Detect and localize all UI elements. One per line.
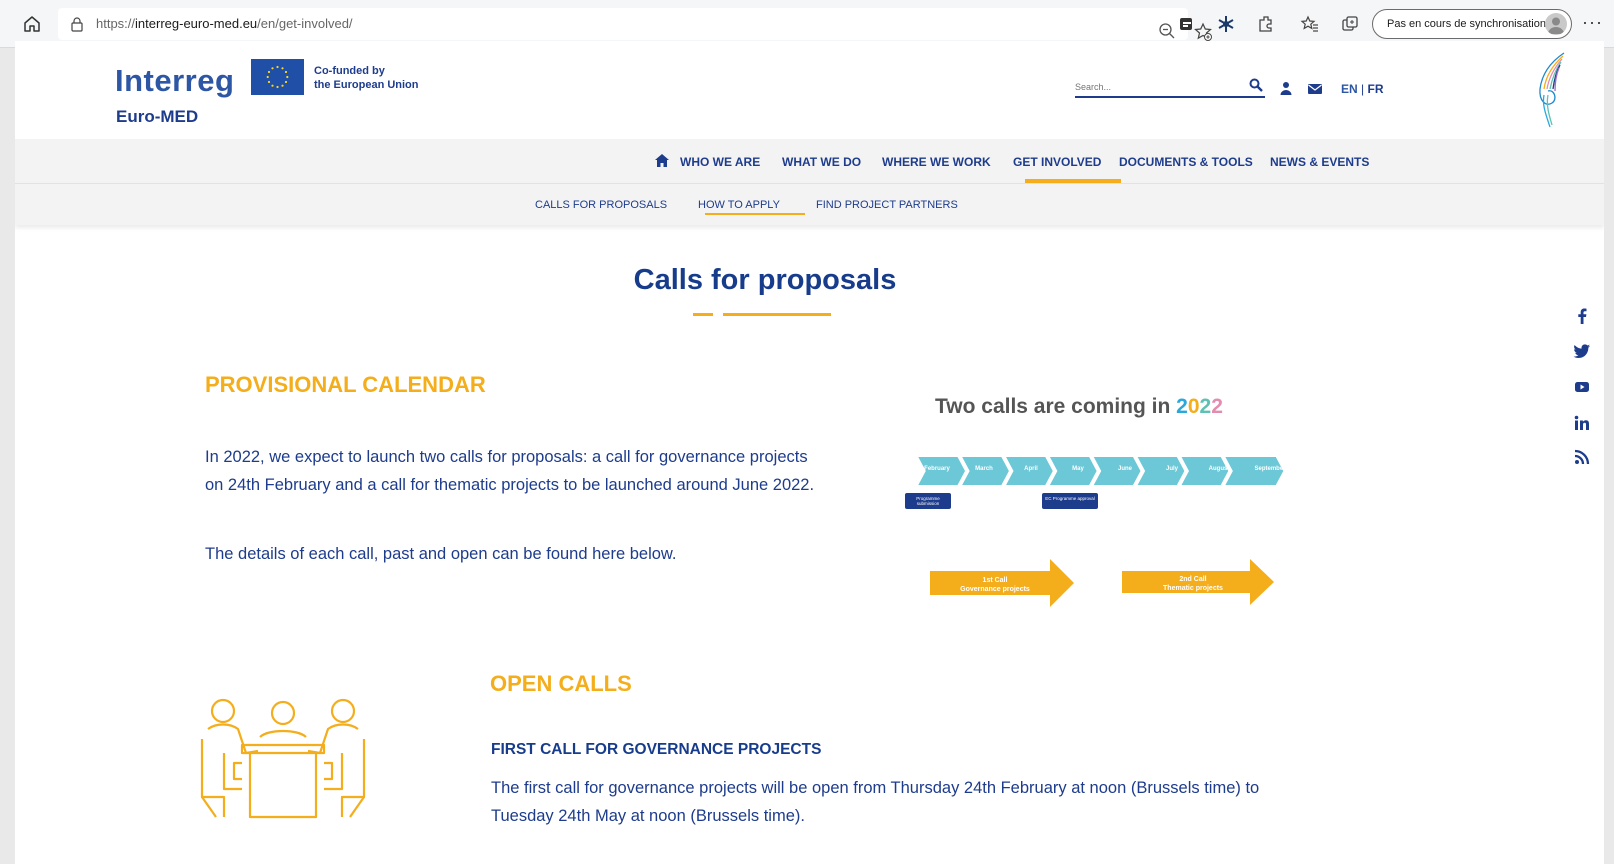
calendar-paragraph-2: The details of each call, past and open … xyxy=(205,545,677,563)
first-call-description: The first call for governance projects w… xyxy=(491,779,1260,825)
nav-documents-tools[interactable]: DOCUMENTS & TOOLS xyxy=(1119,155,1253,169)
more-options-button[interactable]: ··· xyxy=(1582,12,1603,33)
rss-icon[interactable] xyxy=(1572,447,1592,467)
lang-separator: | xyxy=(1361,82,1365,96)
search-icon[interactable] xyxy=(1249,78,1263,92)
zoom-out-icon[interactable] xyxy=(1158,22,1176,40)
calendar-paragraph-1: In 2022, we expect to launch two calls f… xyxy=(205,448,815,494)
subnav-active-indicator xyxy=(705,213,805,215)
nav-get-involved[interactable]: GET INVOLVED xyxy=(1013,155,1101,169)
favorites-icon[interactable] xyxy=(1300,14,1320,34)
month-label: July xyxy=(1165,466,1178,472)
year-digit-3: 2 xyxy=(1199,395,1212,418)
month-label: September xyxy=(1254,466,1286,472)
sync-profile-button[interactable]: Pas en cours de synchronisation xyxy=(1372,9,1572,39)
sub-navigation: CALLS FOR PROPOSALS HOW TO APPLY FIND PR… xyxy=(15,183,1604,225)
first-call-heading: FIRST CALL FOR GOVERNANCE PROJECTS xyxy=(491,741,822,758)
month-label: February xyxy=(924,466,950,472)
milestone-programme-submission: Programme submission xyxy=(905,493,951,509)
search-input[interactable] xyxy=(1075,78,1235,96)
title-underline-long xyxy=(723,313,831,316)
euromed-logo-text[interactable]: Euro-MED xyxy=(116,107,198,127)
infographic-title-prefix: Two calls are coming in xyxy=(935,395,1177,418)
lang-en-link[interactable]: EN xyxy=(1341,82,1358,96)
main-navigation: WHO WE ARE WHAT WE DO WHERE WE WORK GET … xyxy=(15,139,1604,183)
second-call-label: 2nd Call Thematic projects xyxy=(1138,575,1248,593)
address-bar[interactable]: https://interreg-euro-med.eu/en/get-invo… xyxy=(58,8,1212,41)
month-label: August xyxy=(1208,466,1230,472)
linkedin-icon[interactable] xyxy=(1572,413,1592,433)
sync-label: Pas en cours de synchronisation xyxy=(1387,18,1546,30)
year-digit-4: 2 xyxy=(1211,395,1223,418)
eu-text-line2: the European Union xyxy=(314,79,419,91)
second-call-line2: Thematic projects xyxy=(1163,585,1223,592)
month-label: April xyxy=(1024,466,1038,472)
year-digit-2: 0 xyxy=(1187,395,1200,418)
first-call-label: 1st Call Governance projects xyxy=(945,576,1045,594)
nav-what-we-do[interactable]: WHAT WE DO xyxy=(782,155,861,169)
milestone-ec-approval: EC Programme approval xyxy=(1042,493,1098,509)
lock-icon[interactable] xyxy=(70,16,84,32)
nav-where-we-work[interactable]: WHERE WE WORK xyxy=(882,155,991,169)
euromed-feather-logo-icon xyxy=(1539,52,1565,128)
interreg-logo[interactable]: Interreg xyxy=(115,63,234,99)
month-label: May xyxy=(1072,466,1084,472)
user-icon[interactable] xyxy=(1280,81,1292,95)
web-page: Interreg Euro-MED Co-funded by the Europ… xyxy=(15,41,1604,864)
url-domain: interreg-euro-med.eu xyxy=(135,16,258,31)
language-switcher: EN | FR xyxy=(1341,82,1383,96)
month-label: June xyxy=(1117,466,1132,472)
nav-news-events[interactable]: NEWS & EVENTS xyxy=(1270,155,1369,169)
open-calls-heading: OPEN CALLS xyxy=(490,671,632,696)
first-call-line2: Governance projects xyxy=(960,586,1030,593)
first-call-line1: 1st Call xyxy=(982,577,1008,584)
youtube-icon[interactable] xyxy=(1572,377,1592,397)
infographic-title: Two calls are coming in 2022 xyxy=(935,395,1223,419)
extensions-icon[interactable] xyxy=(1256,14,1276,34)
url-text[interactable]: https://interreg-euro-med.eu/en/get-invo… xyxy=(96,16,353,31)
extension-snowflake-icon[interactable] xyxy=(1216,14,1236,34)
calendar-infographic: Two calls are coming in 2022 February Ma… xyxy=(890,381,1310,621)
year-digit-1: 2 xyxy=(1176,395,1188,418)
mail-icon[interactable] xyxy=(1308,84,1322,94)
title-underline-short xyxy=(693,313,713,316)
tab-collections-icon[interactable] xyxy=(1340,14,1360,34)
meeting-table-icon xyxy=(200,698,366,819)
eu-flag-icon xyxy=(251,59,304,95)
home-icon[interactable] xyxy=(22,14,42,34)
subnav-find-project-partners[interactable]: FIND PROJECT PARTNERS xyxy=(816,199,958,211)
eu-text-line1: Co-funded by xyxy=(314,65,385,77)
url-path: /en/get-involved/ xyxy=(257,16,353,31)
facebook-icon[interactable] xyxy=(1572,306,1592,326)
twitter-icon[interactable] xyxy=(1572,341,1592,361)
provisional-calendar-heading: PROVISIONAL CALENDAR xyxy=(205,372,486,397)
subnav-how-to-apply[interactable]: HOW TO APPLY xyxy=(698,199,780,211)
collections-icon[interactable] xyxy=(1177,14,1197,34)
url-protocol: https:// xyxy=(96,16,136,31)
nav-who-we-are[interactable]: WHO WE ARE xyxy=(680,155,760,169)
search-box xyxy=(1075,78,1265,98)
page-title: Calls for proposals xyxy=(633,264,897,296)
site-header: Interreg Euro-MED Co-funded by the Europ… xyxy=(15,41,1604,139)
month-label: March xyxy=(975,466,993,472)
second-call-line1: 2nd Call xyxy=(1179,576,1207,583)
subnav-calls-for-proposals[interactable]: CALLS FOR PROPOSALS xyxy=(535,199,667,211)
avatar xyxy=(1545,13,1567,35)
home-icon[interactable] xyxy=(655,154,669,167)
lang-fr-link[interactable]: FR xyxy=(1367,82,1383,96)
profile-icon xyxy=(1548,17,1564,34)
eu-cofunded-text: Co-funded by the European Union xyxy=(314,64,419,92)
